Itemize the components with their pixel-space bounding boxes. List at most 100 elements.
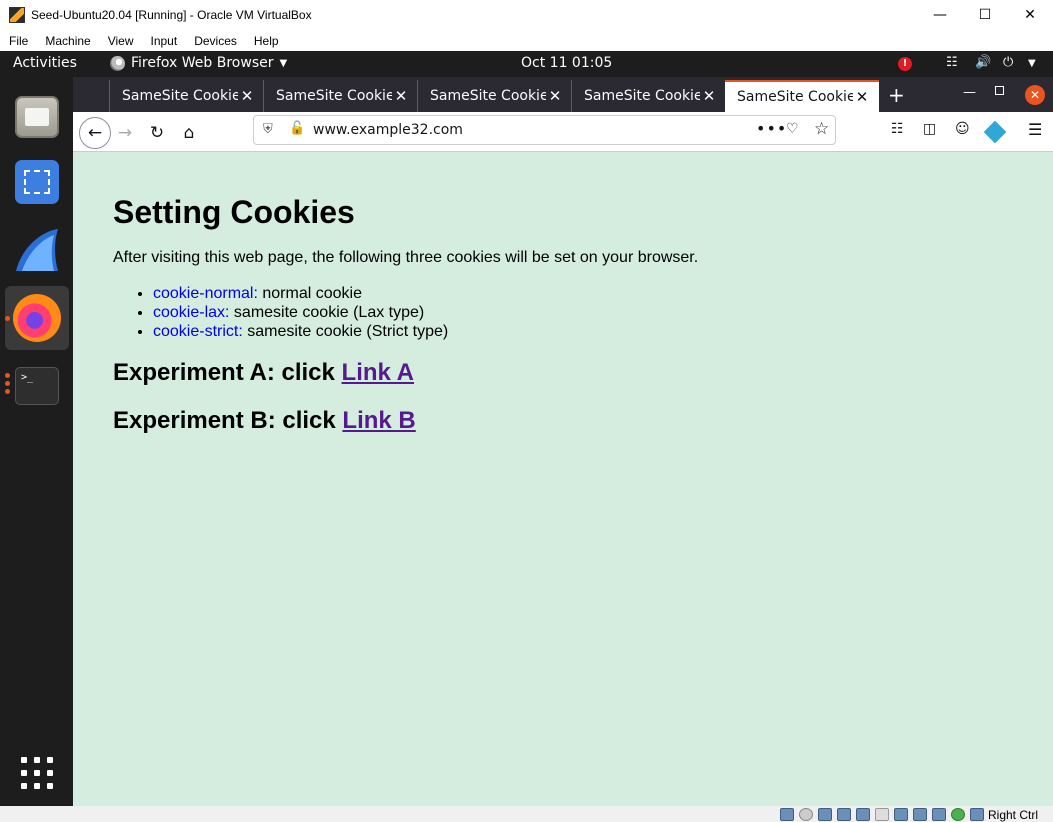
reload-icon[interactable]: ↻ xyxy=(143,119,171,147)
experiment-a-heading: Experiment A: click Link A xyxy=(113,359,414,387)
page-title: Setting Cookies xyxy=(113,194,355,230)
cookie-strict-link[interactable]: cookie-strict: xyxy=(153,323,243,340)
menu-file[interactable]: File xyxy=(0,34,36,48)
tab-title: SameSite Cookie xyxy=(737,89,853,105)
vbox-status-bar: Right Ctrl xyxy=(0,806,1053,822)
firefox-close-icon[interactable]: ✕ xyxy=(1025,85,1045,105)
caret-down-icon: ▼ xyxy=(279,57,288,69)
page-actions-icon[interactable]: ••• xyxy=(756,119,787,138)
firefox-minimize-icon[interactable]: — xyxy=(963,85,976,100)
vbox-menubar: File Machine View Input Devices Help xyxy=(0,30,1053,51)
cookie-normal-link[interactable]: cookie-normal: xyxy=(153,285,258,302)
dock: >_ xyxy=(0,77,73,806)
home-icon[interactable]: ⌂ xyxy=(175,119,203,147)
dock-terminal[interactable]: >_ xyxy=(5,354,69,418)
tab-close-icon[interactable]: ✕ xyxy=(853,88,871,106)
tab-title: SameSite Cookie xyxy=(122,88,238,104)
url-bar[interactable]: ⛨ 🔓 www.example32.com ••• ♡ ☆ xyxy=(253,115,836,145)
cookie-description: samesite cookie (Lax type) xyxy=(229,304,425,321)
url-text[interactable]: www.example32.com xyxy=(313,122,463,138)
browser-tab[interactable]: SameSite Cookie ✕ xyxy=(263,80,417,112)
new-tab-icon[interactable]: + xyxy=(888,83,905,107)
menu-devices[interactable]: Devices xyxy=(185,34,245,48)
minimize-icon[interactable]: — xyxy=(917,0,963,30)
firefox-small-icon xyxy=(110,55,125,71)
activities-button[interactable]: Activities xyxy=(13,55,77,71)
shared-folders-icon[interactable] xyxy=(875,808,889,821)
list-item: cookie-strict: samesite cookie (Strict t… xyxy=(153,322,448,341)
optical-drive-icon[interactable] xyxy=(799,808,813,821)
tab-title: SameSite Cookie xyxy=(430,88,546,104)
browser-tab[interactable]: SameSite Cookie ✕ xyxy=(109,80,263,112)
tab-close-icon[interactable]: ✕ xyxy=(392,87,410,105)
cpu-icon[interactable] xyxy=(932,808,946,821)
keyboard-capture-icon[interactable] xyxy=(970,808,984,821)
link-a[interactable]: Link A xyxy=(342,359,414,386)
system-menu-caret-icon[interactable]: ▼ xyxy=(1028,58,1036,69)
browser-tab[interactable]: SameSite Cookie ✕ xyxy=(571,80,725,112)
experiment-b-prefix: Experiment B: click xyxy=(113,407,343,434)
tab-close-icon[interactable]: ✕ xyxy=(238,87,256,105)
browser-tab[interactable]: SameSite Cookie ✕ xyxy=(417,80,571,112)
back-arrow-icon[interactable]: ← xyxy=(79,117,111,149)
maximize-icon[interactable]: ☐ xyxy=(962,0,1008,30)
forward-arrow-icon[interactable]: → xyxy=(111,119,139,147)
video-capture-icon[interactable] xyxy=(913,808,927,821)
wireshark-icon xyxy=(14,227,60,273)
host-key-label: Right Ctrl xyxy=(988,808,1039,822)
bookmark-star-icon[interactable]: ☆ xyxy=(814,119,829,139)
tab-title: SameSite Cookie xyxy=(584,88,700,104)
clock[interactable]: Oct 11 01:05 xyxy=(521,55,612,71)
terminal-icon: >_ xyxy=(15,367,59,405)
audio-icon[interactable] xyxy=(818,808,832,821)
close-icon[interactable]: ✕ xyxy=(1007,0,1053,30)
dock-screenshot[interactable] xyxy=(5,150,69,214)
mouse-integration-icon[interactable] xyxy=(951,808,965,821)
tab-close-icon[interactable]: ✕ xyxy=(546,87,564,105)
menu-input[interactable]: Input xyxy=(142,34,186,48)
volume-icon[interactable]: 🔊 xyxy=(975,55,991,70)
dock-wireshark[interactable] xyxy=(5,218,69,282)
firefox-nav-bar: ← → ↻ ⌂ ⛨ 🔓 www.example32.com ••• ♡ ☆ ☷ … xyxy=(73,112,1053,152)
menu-help[interactable]: Help xyxy=(245,34,287,48)
browser-tab-active[interactable]: SameSite Cookie ✕ xyxy=(725,80,879,112)
experiment-b-heading: Experiment B: click Link B xyxy=(113,407,416,435)
dock-files[interactable] xyxy=(5,85,69,149)
sidebar-icon[interactable]: ◫ xyxy=(923,121,936,137)
page-content: Setting Cookies After visiting this web … xyxy=(73,152,1053,806)
usb-icon[interactable] xyxy=(856,808,870,821)
show-applications-icon[interactable] xyxy=(21,757,53,789)
gnome-top-bar: Activities Firefox Web Browser ▼ Oct 11 … xyxy=(0,51,1053,77)
alert-icon[interactable]: ! xyxy=(898,57,912,71)
pocket-icon[interactable]: ♡ xyxy=(786,121,799,137)
running-indicator xyxy=(5,381,10,386)
power-icon[interactable]: ⏻ xyxy=(1003,55,1013,70)
tab-title: SameSite Cookie xyxy=(276,88,392,104)
insecure-lock-icon[interactable]: 🔓 xyxy=(289,121,305,136)
app-menu[interactable]: Firefox Web Browser ▼ xyxy=(110,55,287,71)
hamburger-menu-icon[interactable]: ☰ xyxy=(1028,120,1042,139)
tab-close-icon[interactable]: ✕ xyxy=(700,87,718,105)
cookie-list: cookie-normal: normal cookie cookie-lax:… xyxy=(153,284,448,341)
cookie-description: normal cookie xyxy=(257,285,362,302)
display-icon[interactable] xyxy=(894,808,908,821)
tracking-shield-icon[interactable]: ⛨ xyxy=(263,122,273,137)
dock-firefox[interactable] xyxy=(5,286,69,350)
cookie-lax-link[interactable]: cookie-lax: xyxy=(153,304,229,321)
intro-text: After visiting this web page, the follow… xyxy=(113,249,699,266)
network-adapter-icon[interactable] xyxy=(837,808,851,821)
list-item: cookie-normal: normal cookie xyxy=(153,284,448,303)
vbox-titlebar: Seed-Ubuntu20.04 [Running] - Oracle VM V… xyxy=(0,0,1053,30)
extension-icon[interactable] xyxy=(983,120,1007,144)
network-icon[interactable]: ☷ xyxy=(946,55,958,70)
account-icon[interactable]: ☺ xyxy=(955,121,970,137)
firefox-maximize-icon[interactable] xyxy=(995,86,1004,95)
menu-view[interactable]: View xyxy=(99,34,142,48)
hard-disk-icon[interactable] xyxy=(780,808,794,821)
cookie-description: samesite cookie (Strict type) xyxy=(242,323,449,340)
library-icon[interactable]: ☷ xyxy=(891,121,904,137)
menu-machine[interactable]: Machine xyxy=(36,34,98,48)
list-item: cookie-lax: samesite cookie (Lax type) xyxy=(153,303,448,322)
app-menu-label: Firefox Web Browser xyxy=(131,55,274,71)
link-b[interactable]: Link B xyxy=(342,407,415,434)
